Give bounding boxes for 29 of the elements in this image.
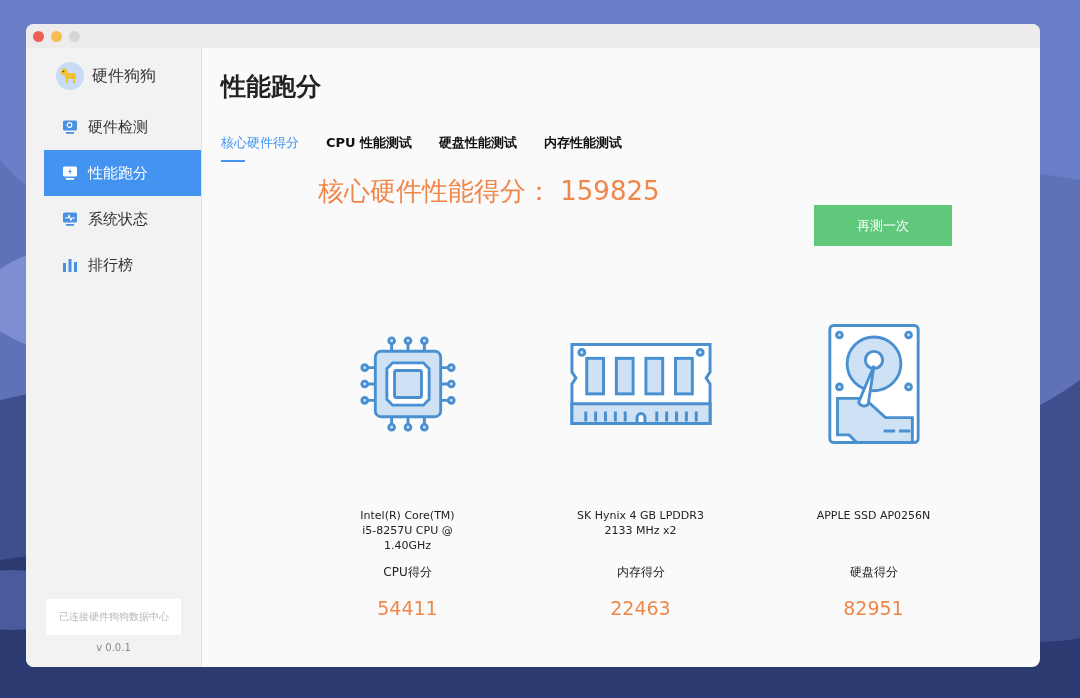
monitor-bolt-icon [62, 165, 78, 181]
score-label: CPU得分 [383, 564, 432, 581]
monitor-pulse-icon [62, 211, 78, 227]
page-title: 性能跑分 [221, 71, 322, 103]
score-value: 22463 [610, 597, 671, 619]
connection-status: 已连接硬件狗狗数据中心 [46, 599, 181, 635]
score-value: 54411 [377, 597, 438, 619]
hardware-name: SK Hynix 4 GB LPDDR3 2133 MHz x2 [576, 508, 705, 539]
total-score: 核心硬件性能得分： 159825 [318, 175, 661, 208]
tab[interactable]: 内存性能测试 [544, 126, 623, 162]
app-name: 硬件狗狗 [91, 65, 156, 87]
memory-module-icon [567, 340, 714, 428]
dog-logo-icon [55, 62, 84, 90]
sidebar-item[interactable]: 系统状态 [44, 196, 201, 242]
version-label: v 0.0.1 [95, 641, 132, 655]
tab[interactable]: 硬盘性能测试 [439, 126, 518, 162]
cpu-chip-icon [357, 334, 458, 434]
tab[interactable]: CPU 性能测试 [326, 126, 413, 162]
close-button[interactable] [33, 30, 44, 42]
minimize-button[interactable] [51, 30, 62, 42]
score-value: 82951 [843, 597, 904, 619]
sidebar-item[interactable]: 硬件检测 [44, 104, 201, 150]
sidebar-item[interactable]: 排行榜 [44, 242, 201, 288]
hardware-name: Intel(R) Core(TM) i5-8257U CPU @ 1.40GHz [359, 508, 456, 554]
monitor-search-icon [62, 119, 78, 135]
bar-chart-icon [62, 257, 78, 273]
hardware-name: APPLE SSD AP0256N [815, 508, 932, 524]
score-label: 硬盘得分 [849, 564, 898, 581]
score-label: 内存得分 [616, 564, 665, 581]
